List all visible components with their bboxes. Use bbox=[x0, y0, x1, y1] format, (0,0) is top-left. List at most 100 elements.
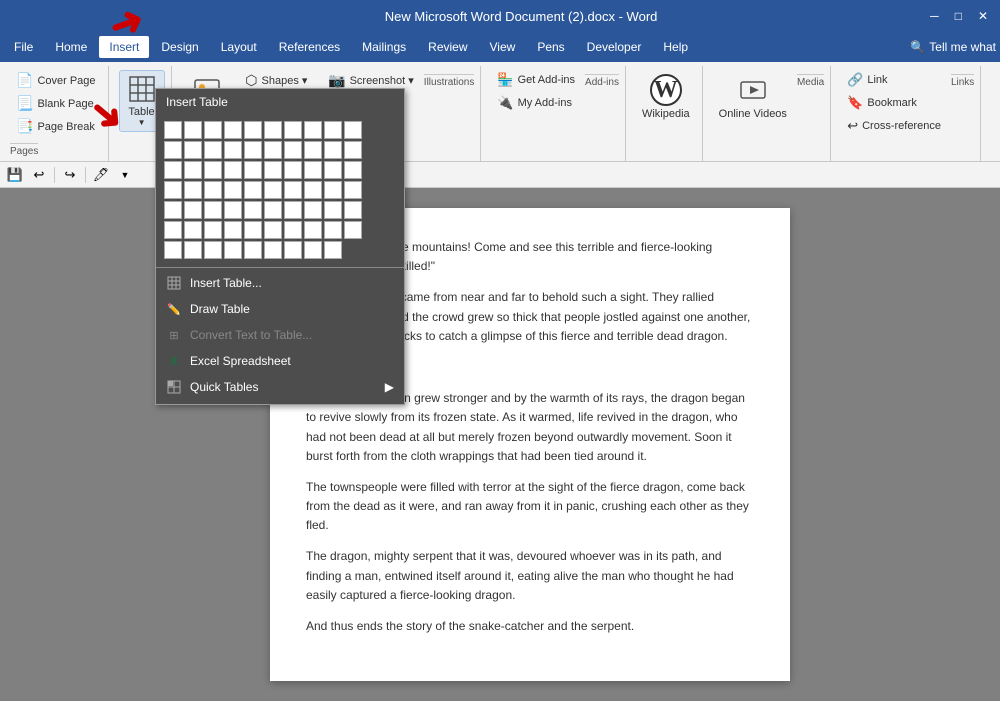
table-cell[interactable] bbox=[184, 161, 202, 179]
table-cell[interactable] bbox=[184, 121, 202, 139]
table-cell[interactable] bbox=[304, 201, 322, 219]
table-cell[interactable] bbox=[304, 161, 322, 179]
menu-layout[interactable]: Layout bbox=[211, 36, 267, 58]
table-cell[interactable] bbox=[264, 201, 282, 219]
table-cell[interactable] bbox=[164, 221, 182, 239]
table-cell[interactable] bbox=[304, 181, 322, 199]
table-cell[interactable] bbox=[264, 181, 282, 199]
excel-spreadsheet-menu-item[interactable]: X Excel Spreadsheet bbox=[156, 348, 404, 374]
link-btn[interactable]: 🔗 Link bbox=[841, 70, 947, 90]
menu-insert[interactable]: Insert bbox=[99, 36, 149, 58]
table-cell[interactable] bbox=[184, 141, 202, 159]
table-cell[interactable] bbox=[264, 141, 282, 159]
blank-page-btn[interactable]: 📃 Blank Page bbox=[10, 93, 100, 114]
cover-page-btn[interactable]: 📄 Cover Page bbox=[10, 70, 102, 91]
table-cell[interactable] bbox=[204, 241, 222, 259]
table-cell[interactable] bbox=[164, 201, 182, 219]
table-cell[interactable] bbox=[224, 181, 242, 199]
table-cell[interactable] bbox=[224, 121, 242, 139]
table-cell[interactable] bbox=[344, 121, 362, 139]
table-cell[interactable] bbox=[304, 241, 322, 259]
menu-mailings[interactable]: Mailings bbox=[352, 36, 416, 58]
page-break-btn[interactable]: 📑 Page Break bbox=[10, 116, 101, 137]
table-cell[interactable] bbox=[204, 161, 222, 179]
table-cell[interactable] bbox=[224, 241, 242, 259]
table-cell[interactable] bbox=[164, 241, 182, 259]
get-addins-btn[interactable]: 🏪 Get Add-ins bbox=[491, 70, 581, 90]
tell-me-field[interactable]: 🔍 Tell me what bbox=[910, 40, 996, 54]
table-cell[interactable] bbox=[224, 161, 242, 179]
table-cell[interactable] bbox=[204, 141, 222, 159]
table-cell[interactable] bbox=[264, 241, 282, 259]
table-cell[interactable] bbox=[324, 181, 342, 199]
table-cell[interactable] bbox=[344, 161, 362, 179]
table-cell[interactable] bbox=[264, 221, 282, 239]
table-cell[interactable] bbox=[344, 141, 362, 159]
table-cell[interactable] bbox=[304, 221, 322, 239]
dropdown-btn[interactable]: ▼ bbox=[114, 164, 136, 186]
table-cell[interactable] bbox=[344, 221, 362, 239]
table-cell[interactable] bbox=[204, 181, 222, 199]
table-cell[interactable] bbox=[284, 141, 302, 159]
table-cell[interactable] bbox=[324, 141, 342, 159]
menu-help[interactable]: Help bbox=[653, 36, 698, 58]
menu-developer[interactable]: Developer bbox=[577, 36, 652, 58]
table-cell[interactable] bbox=[164, 161, 182, 179]
table-cell[interactable] bbox=[264, 121, 282, 139]
menu-review[interactable]: Review bbox=[418, 36, 477, 58]
online-videos-btn[interactable]: Online Videos bbox=[713, 70, 793, 124]
table-cell[interactable] bbox=[344, 181, 362, 199]
menu-view[interactable]: View bbox=[480, 36, 526, 58]
wikipedia-btn[interactable]: W Wikipedia bbox=[636, 70, 696, 124]
menu-file[interactable]: File bbox=[4, 36, 43, 58]
table-cell[interactable] bbox=[184, 241, 202, 259]
crossref-btn[interactable]: ↩ Cross-reference bbox=[841, 116, 947, 136]
menu-pens[interactable]: Pens bbox=[527, 36, 574, 58]
table-cell[interactable] bbox=[204, 221, 222, 239]
table-cell[interactable] bbox=[204, 121, 222, 139]
quick-tables-menu-item[interactable]: Quick Tables ▶ bbox=[156, 374, 404, 400]
table-cell[interactable] bbox=[184, 201, 202, 219]
table-cell[interactable] bbox=[244, 221, 262, 239]
customize-btn[interactable]: 🖊 bbox=[90, 164, 112, 186]
table-cell[interactable] bbox=[324, 121, 342, 139]
table-cell[interactable] bbox=[244, 181, 262, 199]
table-cell[interactable] bbox=[164, 121, 182, 139]
table-cell[interactable] bbox=[324, 161, 342, 179]
table-cell[interactable] bbox=[164, 181, 182, 199]
table-cell[interactable] bbox=[284, 121, 302, 139]
table-cell[interactable] bbox=[284, 221, 302, 239]
table-cell[interactable] bbox=[324, 201, 342, 219]
table-cell[interactable] bbox=[264, 161, 282, 179]
table-cell[interactable] bbox=[224, 221, 242, 239]
table-cell[interactable] bbox=[224, 141, 242, 159]
table-cell[interactable] bbox=[304, 121, 322, 139]
insert-table-menu-item[interactable]: Insert Table... bbox=[156, 270, 404, 296]
table-cell[interactable] bbox=[284, 241, 302, 259]
table-cell[interactable] bbox=[244, 161, 262, 179]
table-cell[interactable] bbox=[184, 181, 202, 199]
redo-btn[interactable]: ↪ bbox=[59, 164, 81, 186]
menu-home[interactable]: Home bbox=[45, 36, 97, 58]
draw-table-menu-item[interactable]: ✏️ Draw Table bbox=[156, 296, 404, 322]
undo-btn[interactable]: ↩ bbox=[28, 164, 50, 186]
close-btn[interactable]: ✕ bbox=[978, 9, 988, 23]
table-cell[interactable] bbox=[204, 201, 222, 219]
minimize-btn[interactable]: ─ bbox=[930, 9, 939, 23]
menu-references[interactable]: References bbox=[269, 36, 350, 58]
table-cell[interactable] bbox=[324, 241, 342, 259]
table-cell[interactable] bbox=[324, 221, 342, 239]
table-cell[interactable] bbox=[184, 221, 202, 239]
table-cell[interactable] bbox=[164, 141, 182, 159]
maximize-btn[interactable]: □ bbox=[955, 9, 962, 23]
table-cell[interactable] bbox=[244, 241, 262, 259]
table-cell[interactable] bbox=[224, 201, 242, 219]
table-cell[interactable] bbox=[284, 201, 302, 219]
bookmark-btn[interactable]: 🔖 Bookmark bbox=[841, 93, 947, 113]
table-cell[interactable] bbox=[284, 181, 302, 199]
table-cell[interactable] bbox=[344, 201, 362, 219]
table-cell[interactable] bbox=[304, 141, 322, 159]
my-addins-btn[interactable]: 🔌 My Add-ins bbox=[491, 93, 581, 113]
table-cell[interactable] bbox=[244, 121, 262, 139]
table-cell[interactable] bbox=[244, 141, 262, 159]
